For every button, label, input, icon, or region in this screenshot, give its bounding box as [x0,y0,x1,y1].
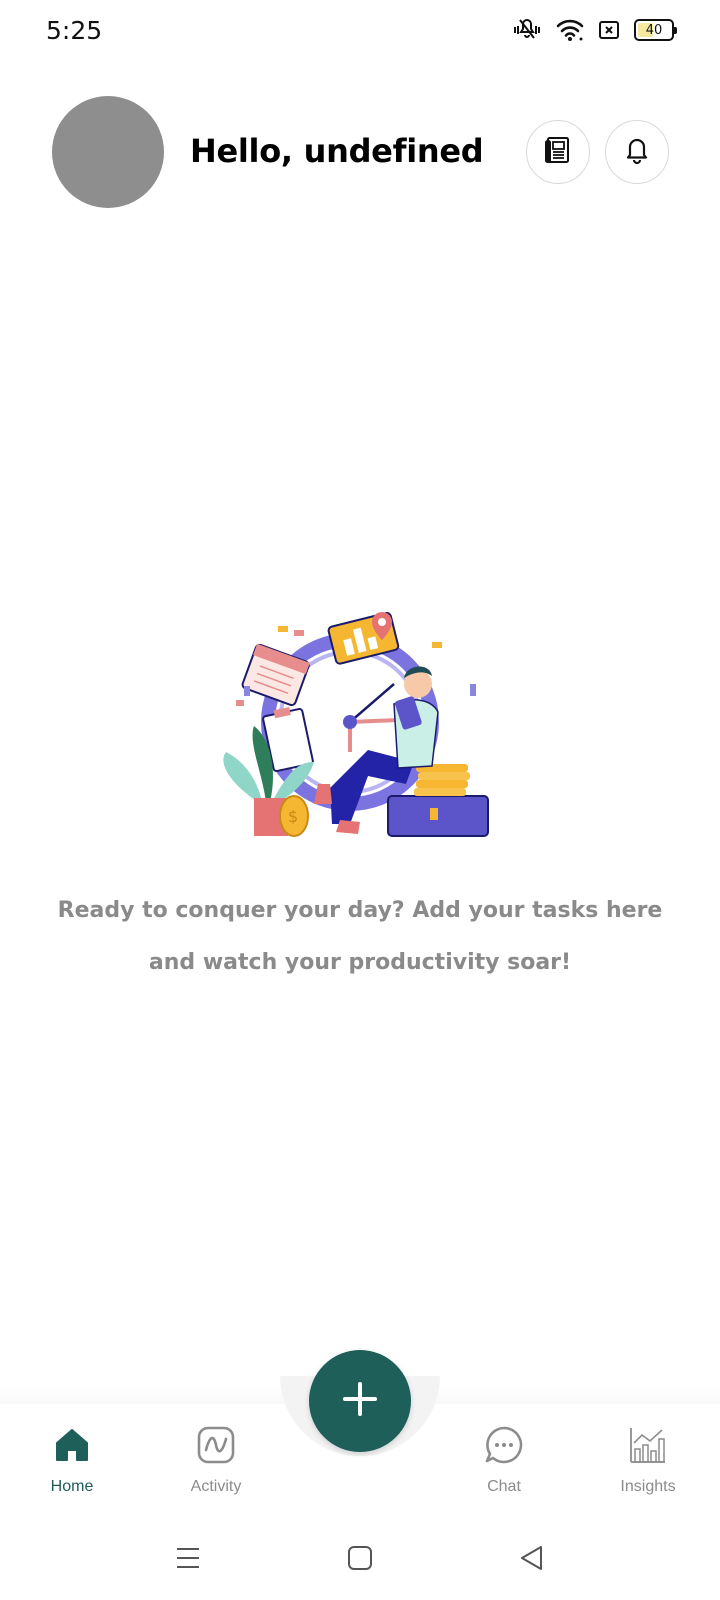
add-task-button[interactable] [309,1350,411,1452]
nav-item-activity[interactable]: Activity [161,1425,271,1496]
battery-level: 40 [645,22,663,38]
nav-item-insights[interactable]: Insights [593,1425,703,1496]
empty-state-message-line1: Ready to conquer your day? Add your task… [57,898,663,923]
nav-label-chat: Chat [487,1478,521,1495]
nav-item-home[interactable]: Home [17,1425,127,1496]
battery-icon: 40 [634,19,677,41]
notifications-button[interactable] [605,120,669,184]
empty-state-illustration: $ [218,611,502,860]
chat-icon [484,1425,524,1470]
insights-icon [628,1425,668,1470]
status-bar: 5:25 40 [0,0,720,64]
nav-label-home: Home [50,1478,94,1495]
square-icon [347,1545,373,1576]
page-title: Hello, undefined [190,132,484,170]
svg-text:$: $ [288,807,298,826]
news-button[interactable] [526,120,590,184]
vibrate-icon [512,18,542,42]
nav-label-insights: Insights [620,1478,676,1495]
system-back-button[interactable] [512,1540,552,1580]
wifi-icon [556,18,584,42]
newspaper-icon [544,135,572,170]
system-home-button[interactable] [340,1540,380,1580]
nav-item-chat[interactable]: Chat [449,1425,559,1496]
nav-label-activity: Activity [190,1478,242,1495]
status-icons: 40 [512,18,677,42]
back-triangle-icon [519,1545,545,1576]
bell-icon [623,135,651,170]
plus-icon [342,1381,378,1422]
activity-icon [196,1425,236,1470]
avatar[interactable] [52,96,164,208]
status-time: 5:25 [46,16,103,45]
sim-off-icon [598,19,620,41]
empty-state-message-line2: and watch your productivity soar! [148,950,572,975]
home-icon [52,1425,92,1470]
system-recents-button[interactable] [168,1540,208,1580]
menu-icon [174,1544,202,1577]
